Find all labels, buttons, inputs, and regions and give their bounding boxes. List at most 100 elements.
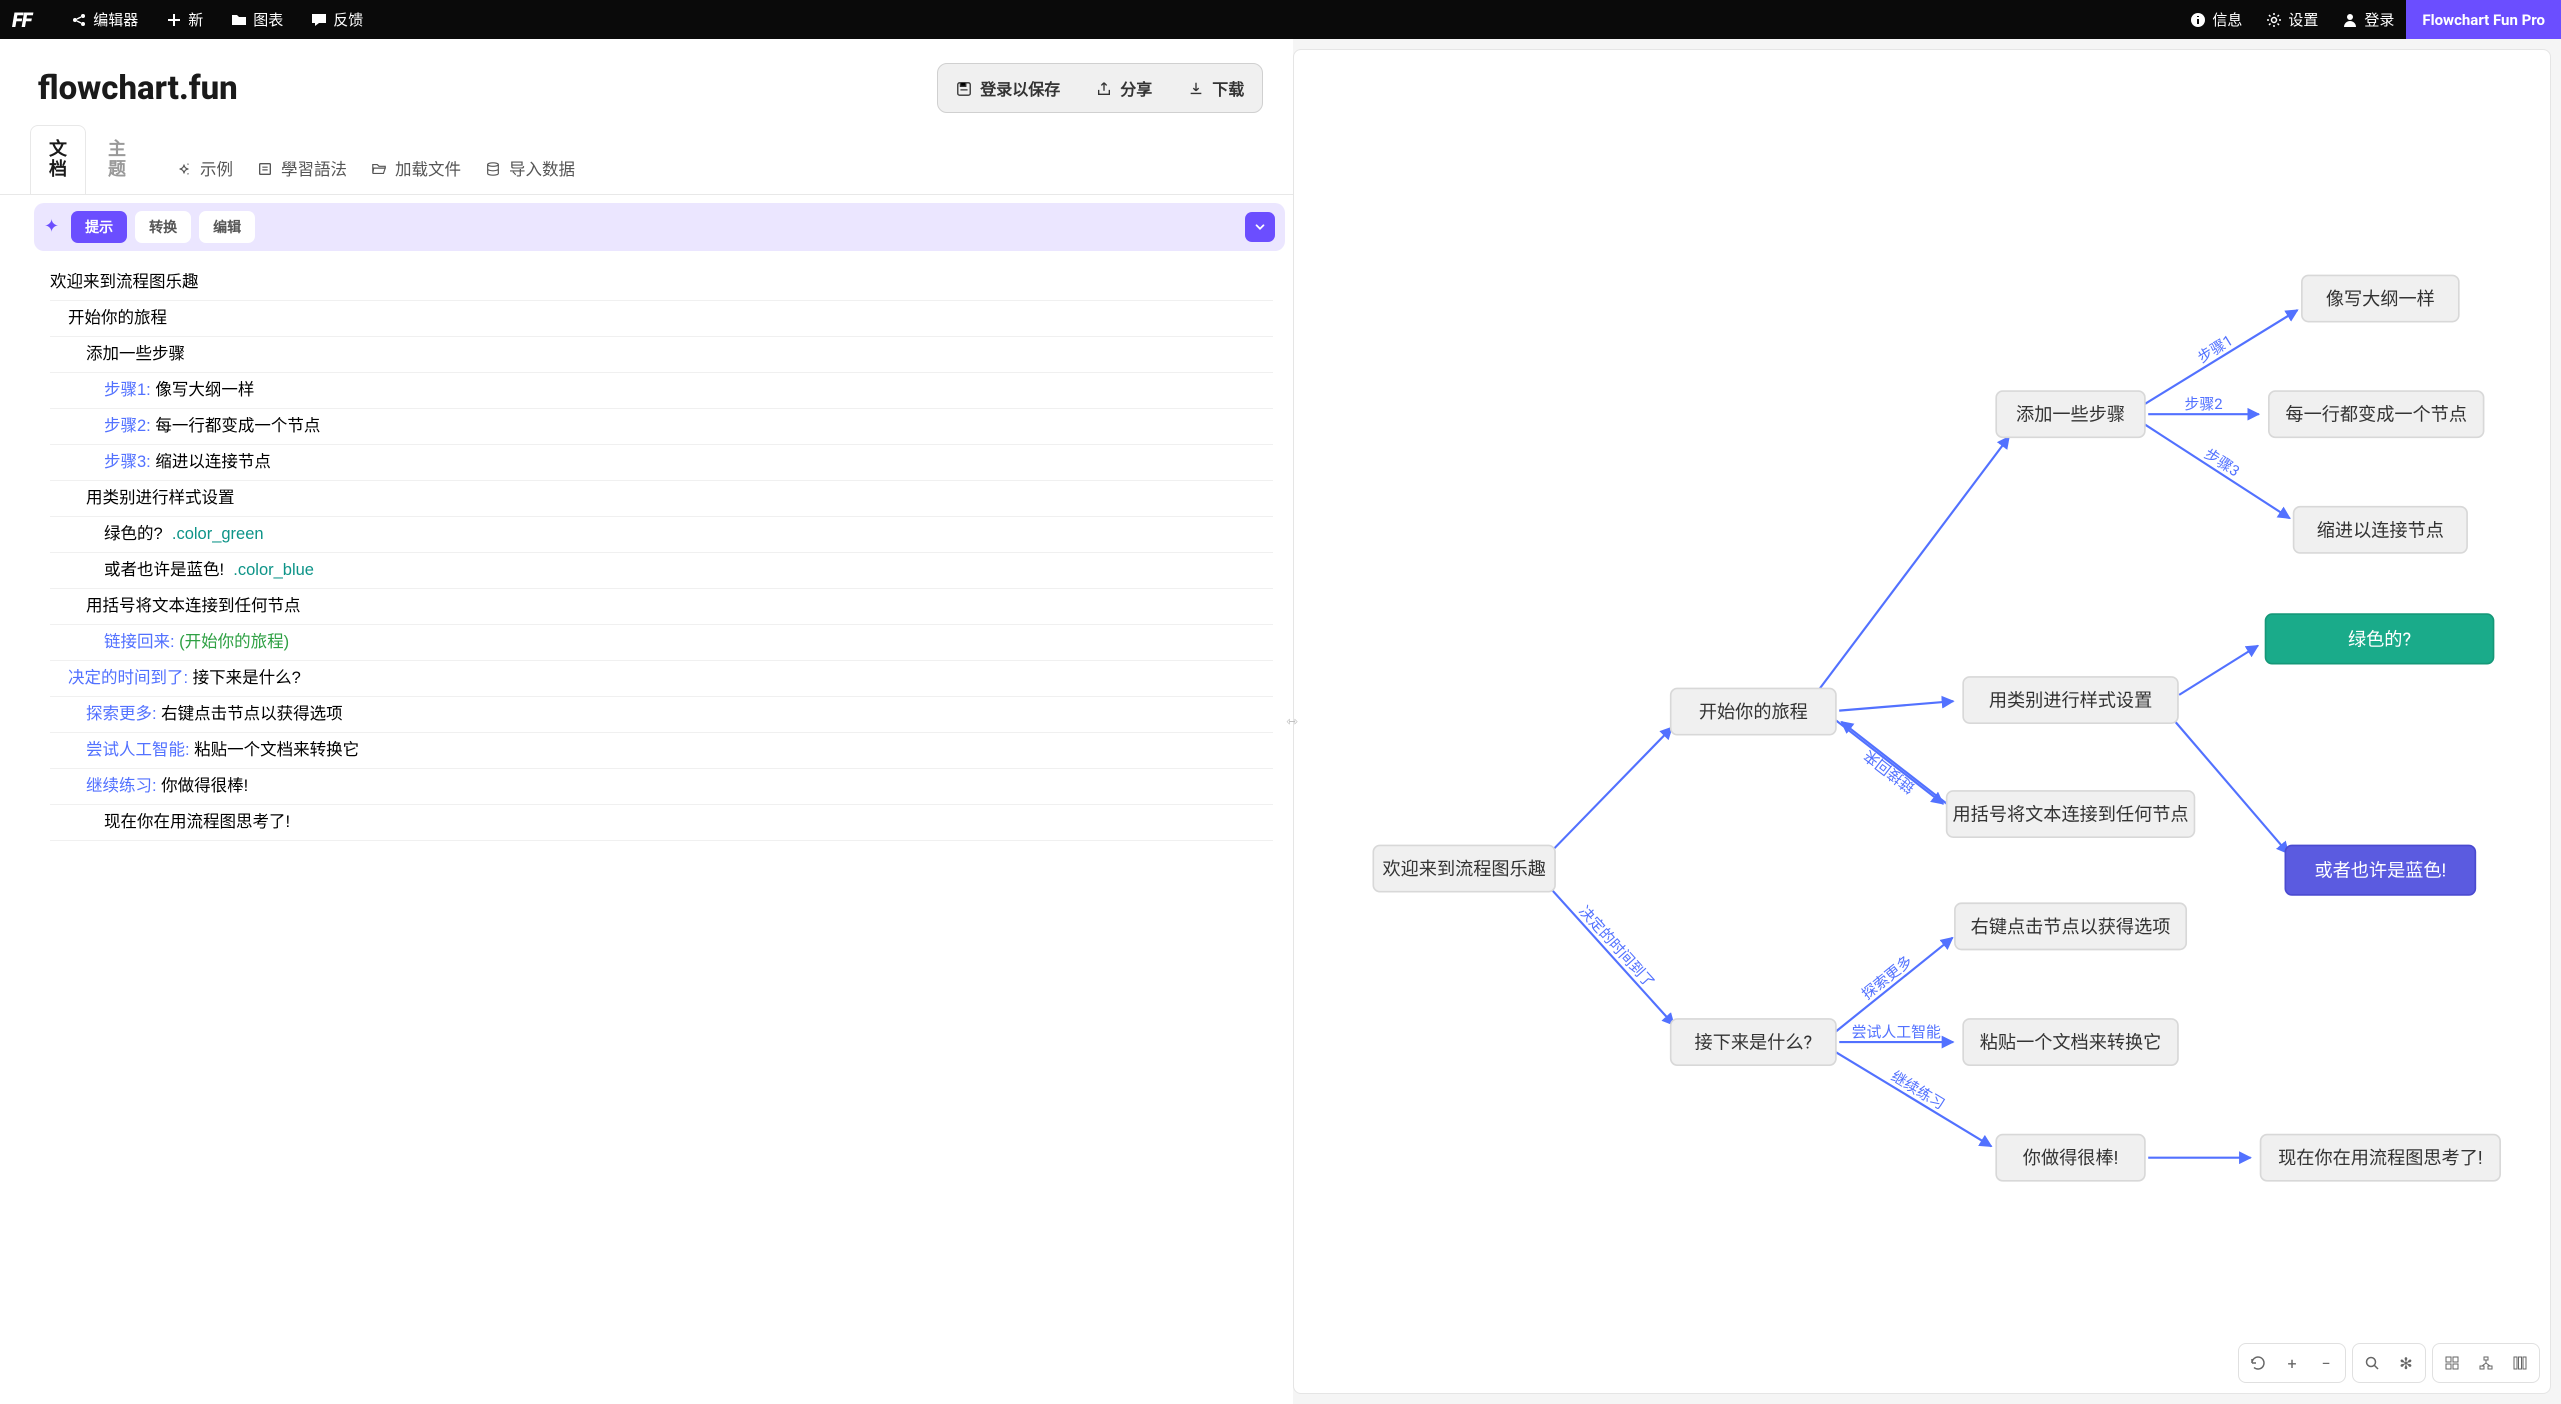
editor-line[interactable]: 步骤3: 缩进以连接节点 [50, 445, 1273, 481]
edge[interactable] [1816, 437, 2009, 694]
editor-line[interactable]: 绿色的? .color_green [50, 517, 1273, 553]
download-button[interactable]: 下载 [1174, 68, 1258, 108]
editor-line[interactable]: 欢迎来到流程图乐趣 [50, 265, 1273, 301]
node-label: 开始你的旅程 [1699, 702, 1808, 723]
edge[interactable] [1547, 727, 1672, 856]
node-label: 或者也许是蓝色! [2315, 861, 2447, 882]
gear-icon [2266, 12, 2282, 28]
nav-item-user[interactable]: 登录 [2342, 9, 2394, 30]
sub-tab-label: 加载文件 [395, 156, 461, 180]
database-icon [485, 160, 501, 176]
page-title: flowchart.fun [38, 69, 238, 108]
edge[interactable] [1834, 938, 1953, 1033]
diagram-node[interactable]: 用类别进行样式设置 [1963, 677, 2178, 723]
ai-pill[interactable]: 编辑 [199, 211, 255, 243]
reset-button[interactable] [2242, 1347, 2274, 1379]
editor-line[interactable]: 决定的时间到了: 接下来是什么? [50, 661, 1273, 697]
share2-button[interactable]: 分享 [1082, 68, 1166, 108]
search-button[interactable] [2356, 1347, 2388, 1379]
editor-line[interactable]: 用类别进行样式设置 [50, 481, 1273, 517]
ai-pill[interactable]: 提示 [71, 211, 127, 243]
nav-item-gear[interactable]: 设置 [2266, 9, 2318, 30]
sub-tab-database[interactable]: 导入数据 [485, 142, 575, 194]
diagram-node[interactable]: 开始你的旅程 [1671, 688, 1836, 734]
sub-tab-folder-open[interactable]: 加载文件 [371, 142, 461, 194]
diagram-panel: ⇿ 决定的时间到了步骤1步骤2步骤3链接回来探索更多尝试人工智能继续练习欢迎来到… [1293, 49, 2551, 1394]
nav-item-plus[interactable]: 新 [166, 9, 203, 30]
diagram-node[interactable]: 缩进以连接节点 [2294, 507, 2467, 553]
diagram-node[interactable]: 每一行都变成一个节点 [2269, 391, 2484, 437]
diagram-node[interactable]: 粘贴一个文档来转换它 [1963, 1019, 2178, 1065]
node-label: 接下来是什么? [1695, 1032, 1813, 1053]
nav-item-folder[interactable]: 图表 [231, 9, 283, 30]
ai-collapse-button[interactable] [1245, 212, 1275, 242]
tab-0[interactable]: 文档 [30, 125, 86, 194]
editor-text: 步骤3: [104, 453, 155, 471]
edge[interactable] [1839, 701, 1953, 710]
diagram-canvas[interactable]: 决定的时间到了步骤1步骤2步骤3链接回来探索更多尝试人工智能继续练习欢迎来到流程… [1294, 50, 2550, 1393]
edge[interactable] [2144, 423, 2290, 518]
node-label: 用类别进行样式设置 [1989, 690, 2152, 711]
pro-button[interactable]: Flowchart Fun Pro [2406, 0, 2561, 39]
layout-tree-button[interactable] [2470, 1347, 2502, 1379]
logo[interactable]: FF [12, 8, 31, 32]
edge[interactable] [1842, 722, 1950, 806]
editor-text: 用括号将文本连接到任何节点 [86, 597, 301, 615]
info-icon [2190, 12, 2206, 28]
top-nav: FF 编辑器 新 图表 反馈 信息 设置 登录 Flowchart Fun Pro [0, 0, 2561, 39]
editor-line[interactable]: 探索更多: 右键点击节点以获得选项 [50, 697, 1273, 733]
zoom-out-button[interactable]: − [2310, 1347, 2342, 1379]
editor-line[interactable]: 开始你的旅程 [50, 301, 1273, 337]
editor-text: .color_green [172, 525, 264, 543]
diagram-node[interactable]: 绿色的? [2266, 614, 2494, 664]
editor-line[interactable]: 现在你在用流程图思考了! [50, 805, 1273, 841]
save-button[interactable]: 登录以保存 [942, 68, 1074, 108]
editor-line[interactable]: 链接回来: (开始你的旅程) [50, 625, 1273, 661]
zoom-in-button[interactable]: + [2276, 1347, 2308, 1379]
sub-tab-book[interactable]: 學習語法 [257, 142, 347, 194]
editor-line[interactable]: 或者也许是蓝色! .color_blue [50, 553, 1273, 589]
editor-text: 探索更多: [86, 705, 161, 723]
editor-text: 像写大纲一样 [155, 381, 254, 399]
diagram-node[interactable]: 添加一些步骤 [1996, 391, 2145, 437]
tab-1[interactable]: 主题 [90, 126, 144, 194]
diagram-node[interactable]: 像写大纲一样 [2302, 275, 2459, 321]
diagram-node[interactable]: 现在你在用流程图思考了! [2261, 1135, 2501, 1181]
editor-text: 现在你在用流程图思考了! [104, 813, 290, 831]
edge[interactable] [1545, 882, 1674, 1025]
folder-icon [231, 12, 247, 28]
diagram-node[interactable]: 接下来是什么? [1671, 1019, 1836, 1065]
code-editor[interactable]: 欢迎来到流程图乐趣开始你的旅程添加一些步骤步骤1: 像写大纲一样步骤2: 每一行… [0, 251, 1293, 1404]
diagram-node[interactable]: 右键点击节点以获得选项 [1955, 903, 2186, 949]
edge[interactable] [2179, 646, 2258, 695]
editor-text: 或者也许是蓝色! [104, 561, 233, 579]
nav-item-chat[interactable]: 反馈 [311, 9, 363, 30]
nav-label: 编辑器 [93, 9, 138, 30]
freeze-button[interactable]: ✻ [2390, 1347, 2422, 1379]
ai-bar: ✦ 提示转换编辑 [34, 203, 1285, 251]
editor-line[interactable]: 继续练习: 你做得很棒! [50, 769, 1273, 805]
diagram-node[interactable]: 你做得很棒! [1996, 1135, 2145, 1181]
splitter-handle[interactable]: ⇿ [1286, 714, 1298, 730]
editor-line[interactable]: 步骤2: 每一行都变成一个节点 [50, 409, 1273, 445]
nav-item-info[interactable]: 信息 [2190, 9, 2242, 30]
sub-tab-sparkle[interactable]: 示例 [176, 142, 233, 194]
ai-pill[interactable]: 转换 [135, 211, 191, 243]
diagram-node[interactable]: 或者也许是蓝色! [2286, 845, 2476, 895]
editor-line[interactable]: 步骤1: 像写大纲一样 [50, 373, 1273, 409]
editor-line[interactable]: 尝试人工智能: 粘贴一个文档来转换它 [50, 733, 1273, 769]
share2-icon [1096, 80, 1112, 96]
editor-text: 绿色的? [104, 525, 172, 543]
editor-text: 步骤1: [104, 381, 155, 399]
editor-text: 每一行都变成一个节点 [155, 417, 320, 435]
layout-grid-button[interactable] [2436, 1347, 2468, 1379]
editor-text: 继续练习: [86, 777, 161, 795]
sub-tab-label: 示例 [200, 156, 233, 180]
editor-line[interactable]: 添加一些步骤 [50, 337, 1273, 373]
nav-item-share[interactable]: 编辑器 [71, 9, 138, 30]
editor-line[interactable]: 用括号将文本连接到任何节点 [50, 589, 1273, 625]
diagram-node[interactable]: 欢迎来到流程图乐趣 [1374, 845, 1556, 891]
layout-columns-button[interactable] [2504, 1347, 2536, 1379]
magic-wand-icon: ✦ [44, 216, 59, 237]
diagram-node[interactable]: 用括号将文本连接到任何节点 [1947, 791, 2195, 837]
